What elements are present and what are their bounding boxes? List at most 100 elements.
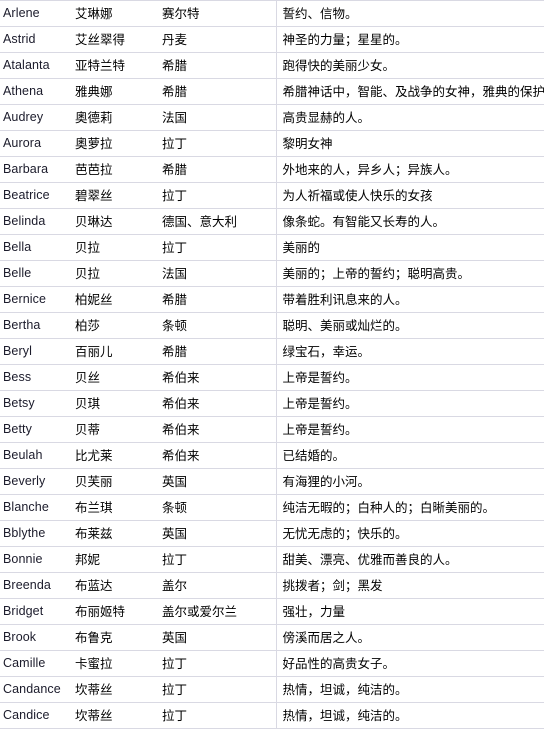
cell-chinese-transliteration: 贝丝 [72, 364, 159, 391]
cell-meaning: 聪明、美丽或灿烂的。 [275, 312, 544, 339]
table-row: Beverly 贝芙丽 英国 有海狸的小河。 [0, 468, 544, 495]
cell-origin: 丹麦 [159, 26, 276, 53]
cell-chinese-transliteration: 卡蜜拉 [72, 650, 159, 677]
cell-english-name: Bonnie [0, 546, 72, 573]
cell-chinese-transliteration: 贝拉 [72, 260, 159, 287]
cell-meaning: 上帝是誓约。 [275, 390, 544, 417]
cell-meaning: 甜美、漂亮、优雅而善良的人。 [275, 546, 544, 573]
cell-english-name: Audrey [0, 104, 72, 131]
cell-chinese-transliteration: 布蓝达 [72, 572, 159, 599]
cell-meaning: 上帝是誓约。 [275, 364, 544, 391]
cell-chinese-transliteration: 布莱兹 [72, 520, 159, 547]
table-row: Arlene 艾琳娜 赛尔特 誓约、信物。 [0, 0, 544, 27]
table-row: Belinda 贝琳达 德国、意大利 像条蛇。有智能又长寿的人。 [0, 208, 544, 235]
cell-chinese-transliteration: 柏妮丝 [72, 286, 159, 313]
cell-chinese-transliteration: 艾琳娜 [72, 0, 159, 27]
cell-meaning: 美丽的 [275, 234, 544, 261]
cell-english-name: Belinda [0, 208, 72, 235]
cell-english-name: Barbara [0, 156, 72, 183]
table-row: Breenda 布蓝达 盖尔 挑拨者；剑；黑发 [0, 572, 544, 599]
cell-origin: 德国、意大利 [159, 208, 276, 235]
cell-english-name: Bertha [0, 312, 72, 339]
table-row: Athena 雅典娜 希腊 希腊神话中，智能、及战争的女神，雅典的保护神 [0, 78, 544, 105]
cell-english-name: Beryl [0, 338, 72, 365]
table-row: Beatrice 碧翠丝 拉丁 为人祈福或使人快乐的女孩 [0, 182, 544, 209]
cell-meaning: 无忧无虑的；快乐的。 [275, 520, 544, 547]
table-row: Beryl 百丽儿 希腊 绿宝石，幸运。 [0, 338, 544, 365]
cell-meaning: 纯洁无暇的；白种人的；白晰美丽的。 [275, 494, 544, 521]
cell-origin: 盖尔 [159, 572, 276, 599]
cell-origin: 拉丁 [159, 546, 276, 573]
cell-english-name: Bella [0, 234, 72, 261]
cell-origin: 拉丁 [159, 650, 276, 677]
table-row: Blanche 布兰琪 条顿 纯洁无暇的；白种人的；白晰美丽的。 [0, 494, 544, 521]
cell-chinese-transliteration: 亚特兰特 [72, 52, 159, 79]
cell-origin: 条顿 [159, 312, 276, 339]
cell-origin: 英国 [159, 624, 276, 651]
cell-origin: 英国 [159, 520, 276, 547]
cell-chinese-transliteration: 贝琳达 [72, 208, 159, 235]
cell-origin: 拉丁 [159, 702, 276, 729]
cell-origin: 拉丁 [159, 234, 276, 261]
cell-origin: 希腊 [159, 338, 276, 365]
table-row: Belle 贝拉 法国 美丽的；上帝的誓约；聪明高贵。 [0, 260, 544, 287]
cell-chinese-transliteration: 贝蒂 [72, 416, 159, 443]
cell-meaning: 挑拨者；剑；黑发 [275, 572, 544, 599]
cell-english-name: Bridget [0, 598, 72, 625]
cell-english-name: Brook [0, 624, 72, 651]
table-row: Aurora 奧萝拉 拉丁 黎明女神 [0, 130, 544, 157]
cell-chinese-transliteration: 柏莎 [72, 312, 159, 339]
cell-chinese-transliteration: 布鲁克 [72, 624, 159, 651]
cell-english-name: Beulah [0, 442, 72, 469]
table-row: Audrey 奧德莉 法国 高贵显赫的人。 [0, 104, 544, 131]
cell-origin: 希伯来 [159, 442, 276, 469]
names-table-body: Arlene 艾琳娜 赛尔特 誓约、信物。 Astrid 艾丝翠得 丹麦 神圣的力量；星星的。… [0, 0, 544, 729]
cell-origin: 英国 [159, 468, 276, 495]
cell-chinese-transliteration: 坎蒂丝 [72, 676, 159, 703]
table-row: Betty 贝蒂 希伯来 上帝是誓约。 [0, 416, 544, 443]
cell-meaning: 高贵显赫的人。 [275, 104, 544, 131]
cell-english-name: Betsy [0, 390, 72, 417]
cell-meaning: 傍溪而居之人。 [275, 624, 544, 651]
cell-meaning: 神圣的力量；星星的。 [275, 26, 544, 53]
table-row: Atalanta 亚特兰特 希腊 跑得快的美丽少女。 [0, 52, 544, 79]
cell-chinese-transliteration: 邦妮 [72, 546, 159, 573]
cell-chinese-transliteration: 百丽儿 [72, 338, 159, 365]
cell-origin: 希伯来 [159, 364, 276, 391]
cell-chinese-transliteration: 艾丝翠得 [72, 26, 159, 53]
table-row: Bonnie 邦妮 拉丁 甜美、漂亮、优雅而善良的人。 [0, 546, 544, 573]
cell-origin: 希伯来 [159, 390, 276, 417]
cell-meaning: 黎明女神 [275, 130, 544, 157]
cell-english-name: Aurora [0, 130, 72, 157]
cell-origin: 拉丁 [159, 130, 276, 157]
cell-origin: 希腊 [159, 52, 276, 79]
cell-english-name: Belle [0, 260, 72, 287]
cell-chinese-transliteration: 坎蒂丝 [72, 702, 159, 729]
cell-meaning: 热情，坦诚，纯洁的。 [275, 676, 544, 703]
cell-english-name: Betty [0, 416, 72, 443]
cell-meaning: 像条蛇。有智能又长寿的人。 [275, 208, 544, 235]
cell-chinese-transliteration: 布丽姬特 [72, 598, 159, 625]
cell-origin: 希腊 [159, 78, 276, 105]
table-row: Bridget 布丽姬特 盖尔或爱尔兰 强壮，力量 [0, 598, 544, 625]
cell-meaning: 外地来的人，异乡人；异族人。 [275, 156, 544, 183]
table-row: Barbara 芭芭拉 希腊 外地来的人，异乡人；异族人。 [0, 156, 544, 183]
cell-chinese-transliteration: 比尤莱 [72, 442, 159, 469]
cell-english-name: Astrid [0, 26, 72, 53]
cell-meaning: 为人祈福或使人快乐的女孩 [275, 182, 544, 209]
table-row: Betsy 贝琪 希伯来 上帝是誓约。 [0, 390, 544, 417]
cell-origin: 法国 [159, 260, 276, 287]
table-row: Brook 布鲁克 英国 傍溪而居之人。 [0, 624, 544, 651]
baby-names-table: Arlene 艾琳娜 赛尔特 誓约、信物。 Astrid 艾丝翠得 丹麦 神圣的力量；星星的。… [0, 0, 544, 729]
cell-english-name: Bblythe [0, 520, 72, 547]
cell-chinese-transliteration: 雅典娜 [72, 78, 159, 105]
cell-meaning: 热情，坦诚，纯洁的。 [275, 702, 544, 729]
cell-chinese-transliteration: 贝芙丽 [72, 468, 159, 495]
cell-origin: 法国 [159, 104, 276, 131]
cell-english-name: Athena [0, 78, 72, 105]
cell-origin: 希伯来 [159, 416, 276, 443]
cell-meaning: 已结婚的。 [275, 442, 544, 469]
cell-meaning: 希腊神话中，智能、及战争的女神，雅典的保护神 [275, 78, 544, 105]
table-row: Candice 坎蒂丝 拉丁 热情，坦诚，纯洁的。 [0, 702, 544, 729]
cell-english-name: Breenda [0, 572, 72, 599]
